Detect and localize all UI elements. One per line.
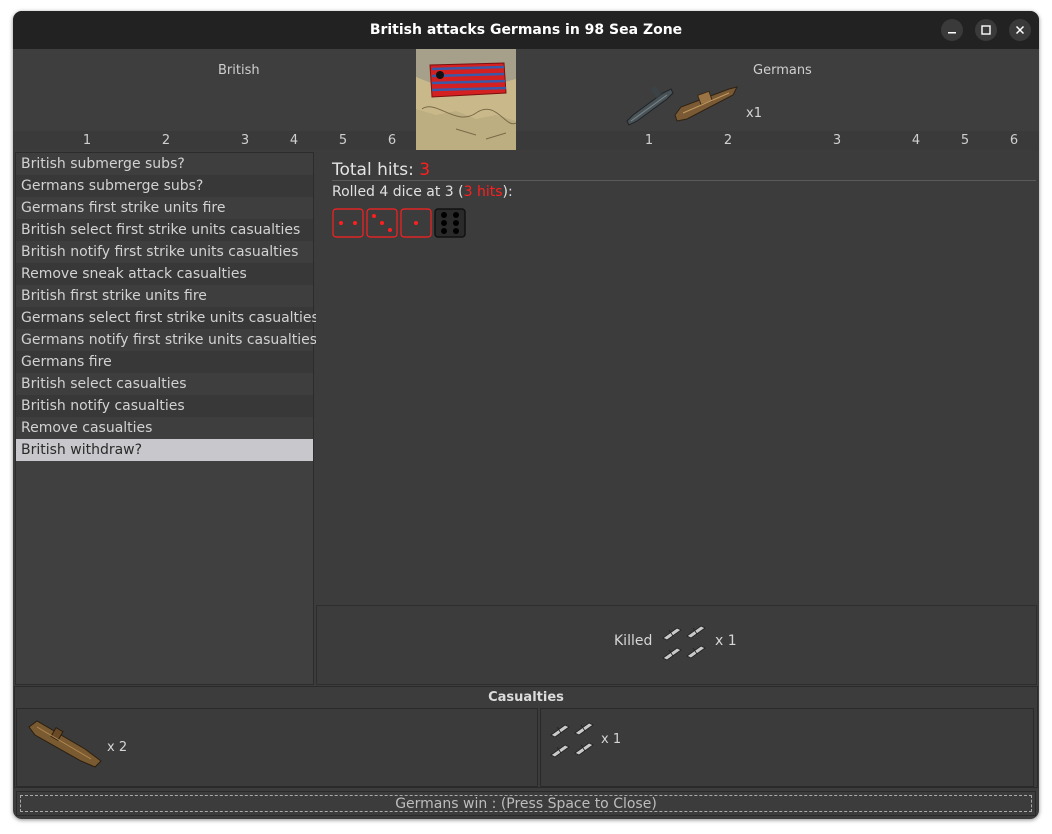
attacker-dice-scale: 1 2 3 4 5 6 <box>13 131 416 150</box>
minimize-icon <box>948 32 956 34</box>
die-face-icon <box>366 208 398 238</box>
defender-casualties: x 1 <box>540 708 1034 787</box>
attacker-casualties-count: x 2 <box>107 740 128 755</box>
defender-casualties-count: x 1 <box>601 732 622 747</box>
battle-step[interactable]: British withdraw? <box>16 439 313 461</box>
casualties-title: Casualties <box>488 690 564 705</box>
aircraft-group-icon <box>662 625 706 661</box>
battle-step[interactable]: British notify first strike units casual… <box>16 241 313 263</box>
battle-step[interactable]: Germans fire <box>16 351 313 373</box>
battle-step[interactable]: British notify casualties <box>16 395 313 417</box>
minimize-button[interactable] <box>941 19 963 41</box>
divider <box>332 180 1036 181</box>
die-face-icon <box>332 208 364 238</box>
territory-map <box>416 49 516 150</box>
rolled-hits: 3 hits <box>463 184 503 200</box>
maximize-button[interactable] <box>975 19 997 41</box>
battle-step[interactable]: British submerge subs? <box>16 153 313 175</box>
attacker-casualties: x 2 <box>16 708 538 787</box>
battle-step[interactable]: Germans select first strike units casual… <box>16 307 319 329</box>
battle-step[interactable]: Remove casualties <box>16 417 313 439</box>
defender-label: Germans <box>753 63 812 78</box>
defender-dice-scale: 1 2 3 4 5 6 <box>516 131 1039 150</box>
die-face-icon <box>400 208 432 238</box>
titlebar: British attacks Germans in 98 Sea Zone <box>13 11 1039 49</box>
total-hits: Total hits: 3 <box>332 160 431 180</box>
battle-step[interactable]: Germans notify first strike units casual… <box>16 329 317 351</box>
battle-step[interactable]: British select first strike units casual… <box>16 219 313 241</box>
battle-steps-list[interactable]: British submerge subs? Germans submerge s… <box>15 152 319 685</box>
status-message[interactable]: Germans win : (Press Space to Close) <box>20 795 1032 812</box>
status-bar[interactable]: Germans win : (Press Space to Close) <box>16 791 1036 816</box>
killed-count: x 1 <box>715 633 737 649</box>
killed-label: Killed <box>614 633 653 649</box>
killed-panel: Killed x 1 <box>316 605 1037 685</box>
close-icon <box>1015 25 1025 35</box>
casualties-panel: Casualties x 2 x 1 <box>14 686 1038 788</box>
window-title: British attacks Germans in 98 Sea Zone <box>369 22 683 38</box>
rolled-summary: Rolled 4 dice at 3 (3 hits): <box>332 184 513 200</box>
attacker-label: British <box>218 63 260 78</box>
battle-step[interactable]: British select casualties <box>16 373 313 395</box>
battle-step[interactable]: British first strike units fire <box>16 285 313 307</box>
die-face-icon <box>434 208 466 238</box>
battle-step[interactable]: Germans submerge subs? <box>16 175 313 197</box>
battle-step[interactable]: Remove sneak attack casualties <box>16 263 313 285</box>
dice-results-panel: Total hits: 3 Rolled 4 dice at 3 (3 hits… <box>316 152 1038 604</box>
battle-window: British attacks Germans in 98 Sea Zone B… <box>13 11 1039 819</box>
total-hits-value: 3 <box>419 160 431 180</box>
submarine-casualty-icon <box>28 720 102 768</box>
close-button[interactable] <box>1009 19 1031 41</box>
submarine-unit-icon <box>626 86 674 126</box>
destroyer-unit-icon <box>674 86 738 122</box>
defender-unit-count: x1 <box>746 106 762 121</box>
aircraft-casualty-icon <box>550 722 594 758</box>
maximize-icon <box>981 25 991 35</box>
battle-step[interactable]: Germans first strike units fire <box>16 197 313 219</box>
